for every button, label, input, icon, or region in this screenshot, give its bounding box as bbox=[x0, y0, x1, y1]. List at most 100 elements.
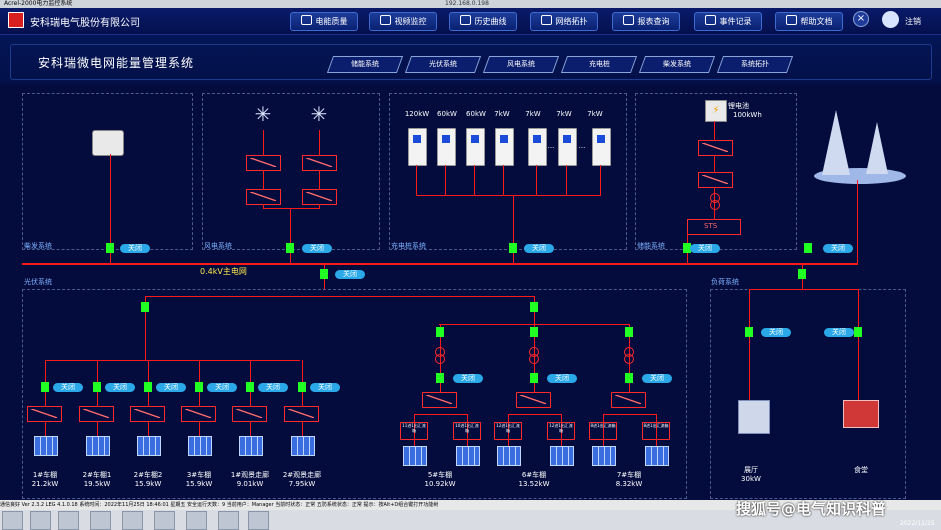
nav-report-query[interactable]: 报表查询 bbox=[612, 12, 680, 31]
pv-inverter[interactable] bbox=[284, 406, 319, 422]
pv-group-switch[interactable] bbox=[625, 373, 633, 383]
charger-icon[interactable] bbox=[495, 128, 514, 166]
tab-charging[interactable]: 充电桩 bbox=[560, 56, 638, 73]
taskbar-app[interactable] bbox=[154, 511, 175, 530]
charger-icon[interactable] bbox=[437, 128, 456, 166]
tab-diesel[interactable]: 柴发系统 bbox=[638, 56, 716, 73]
pv-panel-icon[interactable] bbox=[550, 446, 574, 466]
sts-box[interactable]: STS bbox=[687, 219, 741, 235]
pv-group-switch[interactable] bbox=[436, 373, 444, 383]
nav-event-log[interactable]: 事件记录 bbox=[694, 12, 762, 31]
combiner-box[interactable]: 8进1出汇流箱 bbox=[589, 422, 617, 440]
pv-main-switch[interactable] bbox=[320, 269, 328, 279]
pv-string-switch[interactable] bbox=[246, 382, 254, 392]
logout-link[interactable]: 注销 bbox=[905, 16, 921, 27]
pv-inverter[interactable] bbox=[181, 406, 216, 422]
tab-topology[interactable]: 系统拓扑 bbox=[716, 56, 794, 73]
canteen-switch-status[interactable]: 关闭 bbox=[824, 328, 854, 337]
nav-power-quality[interactable]: 电能质量 bbox=[290, 12, 358, 31]
avatar[interactable] bbox=[882, 11, 899, 28]
storage-pcs[interactable] bbox=[698, 140, 733, 156]
charger-icon[interactable] bbox=[528, 128, 547, 166]
pv-string-switch[interactable] bbox=[41, 382, 49, 392]
pv-string-switch[interactable] bbox=[144, 382, 152, 392]
pv-panel-icon[interactable] bbox=[188, 436, 212, 456]
pv-string-switch-status[interactable]: 关闭 bbox=[53, 383, 83, 392]
charger-icon[interactable] bbox=[408, 128, 427, 166]
exhibition-switch-status[interactable]: 关闭 bbox=[761, 328, 791, 337]
pv-panel-icon[interactable] bbox=[403, 446, 427, 466]
pv-string-switch-status[interactable]: 关闭 bbox=[105, 383, 135, 392]
pv-string-switch-status[interactable]: 关闭 bbox=[207, 383, 237, 392]
pv-panel-icon[interactable] bbox=[291, 436, 315, 456]
pv-inverter[interactable] bbox=[27, 406, 62, 422]
pv-left-switch[interactable] bbox=[141, 302, 149, 312]
pv-group-switch-status[interactable]: 关闭 bbox=[642, 374, 672, 383]
diesel-switch[interactable] bbox=[106, 243, 114, 253]
taskbar-app[interactable] bbox=[58, 511, 79, 530]
pv-right-switch[interactable] bbox=[530, 302, 538, 312]
pv-inverter[interactable] bbox=[130, 406, 165, 422]
wind-inverter[interactable] bbox=[302, 155, 337, 171]
nav-network-topology[interactable]: 网络拓扑 bbox=[530, 12, 598, 31]
taskbar-start[interactable] bbox=[2, 511, 23, 530]
pv-inverter[interactable] bbox=[232, 406, 267, 422]
combiner-box[interactable]: 8进1出汇流箱 bbox=[642, 422, 670, 440]
pv-group-inverter[interactable] bbox=[422, 392, 457, 408]
pv-panel-icon[interactable] bbox=[456, 446, 480, 466]
taskbar-app[interactable] bbox=[218, 511, 239, 530]
charger-icon[interactable] bbox=[592, 128, 611, 166]
pv-string-switch[interactable] bbox=[195, 382, 203, 392]
charging-switch[interactable] bbox=[509, 243, 517, 253]
pv-group-switch[interactable] bbox=[625, 327, 633, 337]
pv-group-switch[interactable] bbox=[530, 327, 538, 337]
pv-string-switch[interactable] bbox=[93, 382, 101, 392]
exhibition-building-icon[interactable] bbox=[738, 400, 770, 434]
nav-help-docs[interactable]: 帮助文档 bbox=[775, 12, 843, 31]
exhibition-switch[interactable] bbox=[745, 327, 753, 337]
canteen-building-icon[interactable] bbox=[843, 400, 879, 428]
tab-pv[interactable]: 光伏系统 bbox=[404, 56, 482, 73]
pv-panel-icon[interactable] bbox=[34, 436, 58, 456]
pv-panel-icon[interactable] bbox=[497, 446, 521, 466]
pv-group-switch[interactable] bbox=[436, 327, 444, 337]
pv-string-switch-status[interactable]: 关闭 bbox=[156, 383, 186, 392]
storage-switch-status[interactable]: 关闭 bbox=[690, 244, 720, 253]
pv-group-inverter[interactable] bbox=[516, 392, 551, 408]
pv-panel-icon[interactable] bbox=[592, 446, 616, 466]
pv-panel-icon[interactable] bbox=[645, 446, 669, 466]
diesel-generator-icon[interactable] bbox=[92, 130, 124, 156]
taskbar-app[interactable] bbox=[186, 511, 207, 530]
combiner-box[interactable]: 10进1出汇流箱 bbox=[453, 422, 481, 440]
taskbar-app[interactable] bbox=[122, 511, 143, 530]
wind-inverter[interactable] bbox=[246, 189, 281, 205]
taskbar-app[interactable] bbox=[30, 511, 51, 530]
grid-switch[interactable] bbox=[804, 243, 812, 253]
combiner-box[interactable]: 12进1出汇流箱 bbox=[494, 422, 522, 440]
nav-history-curve[interactable]: 历史曲线 bbox=[449, 12, 517, 31]
grid-switch-status[interactable]: 关闭 bbox=[823, 244, 853, 253]
close-button[interactable]: × bbox=[853, 11, 869, 27]
taskbar-app[interactable] bbox=[248, 511, 269, 530]
load-main-switch[interactable] bbox=[798, 269, 806, 279]
wind-switch[interactable] bbox=[286, 243, 294, 253]
taskbar-app[interactable] bbox=[90, 511, 111, 530]
pv-string-switch[interactable] bbox=[298, 382, 306, 392]
charging-switch-status[interactable]: 关闭 bbox=[524, 244, 554, 253]
tab-storage[interactable]: 储能系统 bbox=[326, 56, 404, 73]
storage-pcs[interactable] bbox=[698, 172, 733, 188]
pv-string-switch-status[interactable]: 关闭 bbox=[258, 383, 288, 392]
tab-wind[interactable]: 风电系统 bbox=[482, 56, 560, 73]
combiner-box[interactable]: 11进1出汇流箱 bbox=[400, 422, 428, 440]
diesel-switch-status[interactable]: 关闭 bbox=[120, 244, 150, 253]
canteen-switch[interactable] bbox=[854, 327, 862, 337]
wind-switch-status[interactable]: 关闭 bbox=[302, 244, 332, 253]
combiner-box[interactable]: 12进1出汇流箱 bbox=[547, 422, 575, 440]
pv-group-switch-status[interactable]: 关闭 bbox=[453, 374, 483, 383]
pv-group-inverter[interactable] bbox=[611, 392, 646, 408]
pv-main-switch-status[interactable]: 关闭 bbox=[335, 270, 365, 279]
wind-inverter[interactable] bbox=[246, 155, 281, 171]
pv-panel-icon[interactable] bbox=[137, 436, 161, 456]
pv-string-switch-status[interactable]: 关闭 bbox=[310, 383, 340, 392]
pv-group-switch[interactable] bbox=[530, 373, 538, 383]
